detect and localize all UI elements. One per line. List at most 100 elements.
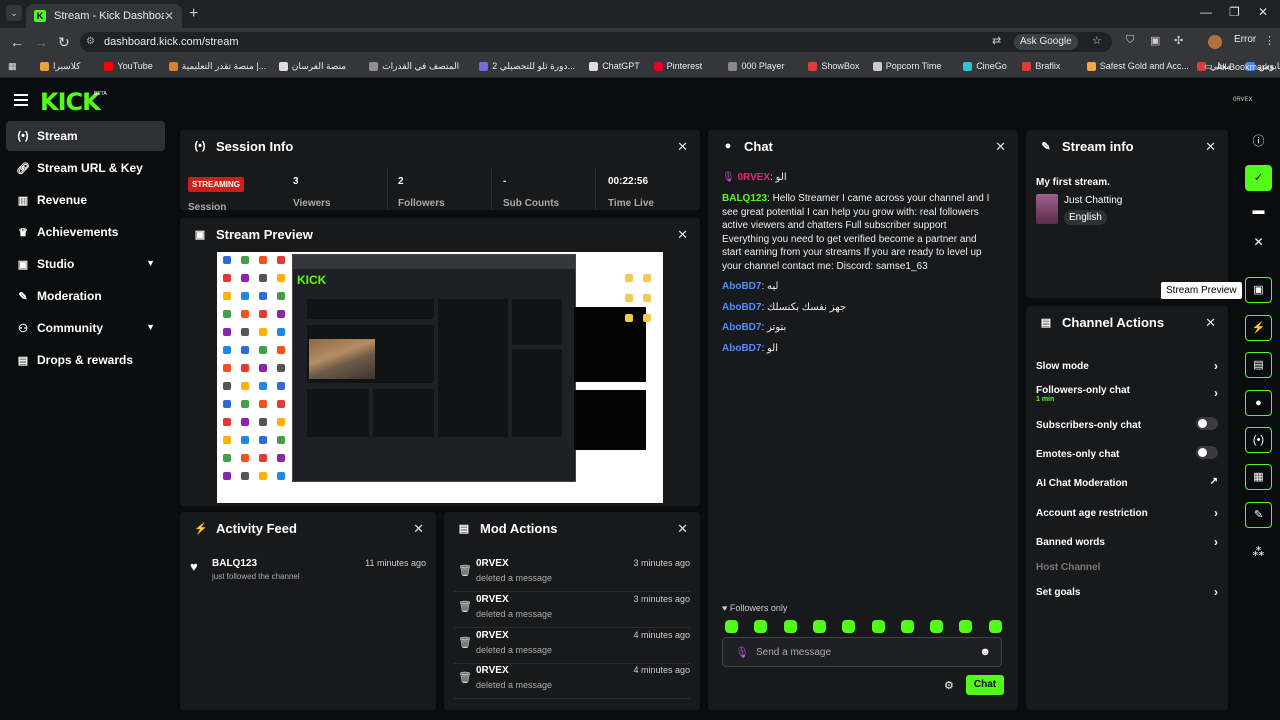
preview-nested-browser: KICK: [292, 254, 576, 482]
minimize-icon[interactable]: —: [1200, 5, 1212, 19]
emote-icon[interactable]: [754, 620, 768, 633]
extension-icon[interactable]: ▣: [1150, 34, 1160, 47]
emote-icon[interactable]: [725, 620, 738, 633]
close-widgets-icon[interactable]: ✕: [1245, 229, 1272, 255]
shield-icon[interactable]: ⛉: [1126, 34, 1134, 47]
profile-avatar[interactable]: [1208, 35, 1222, 49]
profile-error-label[interactable]: Error: [1234, 34, 1256, 45]
close-icon[interactable]: ✕: [1205, 315, 1216, 331]
stream-preview-video[interactable]: KICK 02: [217, 252, 663, 503]
reload-icon[interactable]: ↻: [58, 34, 70, 51]
activity-widget-icon[interactable]: ⚡: [1245, 315, 1272, 341]
slow-mode-row[interactable]: Slow mode ›: [1036, 359, 1218, 373]
bookmark-item[interactable]: المتصف في القدرات: [369, 61, 459, 72]
more-widgets-icon[interactable]: ⁂: [1245, 539, 1272, 565]
emote-icon[interactable]: [783, 620, 797, 633]
user-menu[interactable]: 0RVEX: [1233, 97, 1253, 103]
menu-icon[interactable]: ⋮: [1264, 34, 1275, 47]
mod-actions-widget-icon[interactable]: ▤: [1245, 352, 1272, 378]
session-widget-icon[interactable]: (•): [1245, 427, 1272, 453]
puzzle-icon[interactable]: ✣: [1174, 34, 1183, 47]
bookmark-item[interactable]: ShowBox: [808, 61, 859, 71]
close-icon[interactable]: ✕: [677, 227, 688, 243]
url-input[interactable]: dashboard.kick.com/stream: [80, 32, 1112, 52]
sidebar-item-achievements[interactable]: ♛ Achievements: [6, 217, 165, 247]
apps-icon[interactable]: ▦: [8, 61, 17, 72]
activity-user[interactable]: BALQ123: [212, 558, 257, 569]
ai-moderation-row[interactable]: AI Chat Moderation ↗: [1036, 476, 1218, 489]
close-tab-icon[interactable]: ✕: [164, 9, 174, 23]
close-icon[interactable]: ✕: [413, 521, 424, 537]
stream-preview-widget-button[interactable]: ▣: [1245, 277, 1272, 303]
bookmark-item[interactable]: Safest Gold and Acc...: [1086, 61, 1189, 71]
emote-icon[interactable]: [842, 620, 856, 633]
channel-actions-widget-icon[interactable]: ▦: [1245, 464, 1272, 490]
emote-icon[interactable]: [930, 620, 944, 633]
banned-words-row[interactable]: Banned words ›: [1036, 535, 1218, 549]
translate-icon[interactable]: ⇄: [992, 34, 1001, 47]
bookmark-favicon-icon: [589, 61, 599, 71]
emoji-icon[interactable]: ☻: [979, 646, 991, 658]
chat-widget-icon[interactable]: ●: [1245, 390, 1272, 416]
subscribers-only-toggle[interactable]: [1196, 417, 1218, 430]
bookmark-item[interactable]: Braflix: [1022, 61, 1060, 71]
maximize-icon[interactable]: ❐: [1229, 5, 1240, 19]
bookmark-item[interactable]: منصة الفرسان: [278, 61, 346, 72]
forward-icon[interactable]: →: [34, 34, 48, 50]
set-goals-row[interactable]: Set goals ›: [1036, 585, 1218, 599]
bookmark-item[interactable]: Pinterest: [653, 61, 702, 71]
emote-icon[interactable]: [812, 620, 826, 633]
browser-tab[interactable]: K Stream - Kick Dashboard ✕: [26, 4, 182, 28]
close-icon[interactable]: ✕: [677, 139, 688, 155]
chat-settings-icon[interactable]: ⚙: [944, 679, 954, 692]
sidebar-item-revenue[interactable]: ▥ Revenue: [6, 185, 165, 215]
site-info-icon[interactable]: ⚙: [86, 36, 95, 47]
send-chat-button[interactable]: Chat: [966, 675, 1004, 695]
emotes-only-toggle[interactable]: [1196, 446, 1218, 459]
emote-icon[interactable]: [871, 620, 885, 633]
bookmark-item[interactable]: منصة تقدر التعليمية |...: [168, 61, 266, 72]
star-icon[interactable]: ☆: [1092, 34, 1102, 47]
emote-icon[interactable]: [988, 620, 1002, 633]
close-icon[interactable]: ✕: [1205, 139, 1216, 155]
chat-input[interactable]: 🎙︎ Send a message ☻: [722, 637, 1002, 667]
bookmark-item[interactable]: YouTube: [104, 61, 153, 71]
sidebar-item-community[interactable]: ⚇ Community ▼: [6, 313, 165, 343]
sidebar-item-stream[interactable]: (•) Stream: [6, 121, 165, 151]
emotes-only-row[interactable]: Emotes-only chat: [1036, 446, 1218, 460]
emote-icon[interactable]: [900, 620, 914, 633]
followers-only-row[interactable]: Followers-only chat 1 min ›: [1036, 385, 1218, 403]
back-icon[interactable]: ←: [10, 34, 24, 50]
subscribers-only-row[interactable]: Subscribers-only chat: [1036, 417, 1218, 431]
stream-info-widget-icon[interactable]: ✎: [1245, 502, 1272, 528]
kick-logo[interactable]: KICK: [40, 88, 101, 116]
bookmark-item[interactable]: كلاسيرا: [40, 61, 80, 72]
check-icon[interactable]: ✓: [1245, 165, 1272, 191]
host-channel-row[interactable]: Host Channel: [1036, 562, 1218, 573]
layout-icon[interactable]: ▬: [1245, 197, 1272, 223]
bookmark-item[interactable]: Popcorn Time: [872, 61, 941, 71]
sidebar-item-studio[interactable]: ▣ Studio ▼: [6, 249, 165, 279]
sidebar-item-moderation[interactable]: ✎ Moderation: [6, 281, 165, 311]
new-tab-button[interactable]: +: [189, 5, 198, 23]
chat-message: BALQ123: Hello Streamer I came across yo…: [722, 193, 990, 272]
tab-search-icon[interactable]: ⌄: [6, 5, 22, 21]
info-icon[interactable]: ⓘ: [1245, 128, 1272, 154]
account-age-row[interactable]: Account age restriction ›: [1036, 506, 1218, 520]
bookmark-item[interactable]: CineGo: [963, 61, 1007, 71]
sidebar-item-stream-url-key[interactable]: 🔗︎ Stream URL & Key: [6, 153, 165, 183]
window-close-icon[interactable]: ✕: [1258, 5, 1268, 19]
desktop-icon: [259, 382, 267, 390]
emote-icon[interactable]: [959, 620, 973, 633]
sidebar-item-drops-rewards[interactable]: ▤ Drops & rewards: [6, 345, 165, 375]
close-icon[interactable]: ✕: [995, 139, 1006, 155]
bookmark-favicon-icon: [728, 61, 738, 71]
close-icon[interactable]: ✕: [677, 521, 688, 537]
bookmark-item[interactable]: 000 Player: [728, 61, 784, 71]
ask-google-button[interactable]: Ask Google: [1014, 34, 1078, 50]
hamburger-menu-icon[interactable]: [14, 94, 28, 106]
bookmark-item[interactable]: دورة ثلو للتحصيلي 2...: [479, 61, 575, 72]
bookmark-item[interactable]: ChatGPT: [589, 61, 640, 71]
all-bookmarks-button[interactable]: ▭ All Bookmarks: [1204, 61, 1274, 72]
category-name[interactable]: Just Chatting: [1064, 195, 1122, 206]
